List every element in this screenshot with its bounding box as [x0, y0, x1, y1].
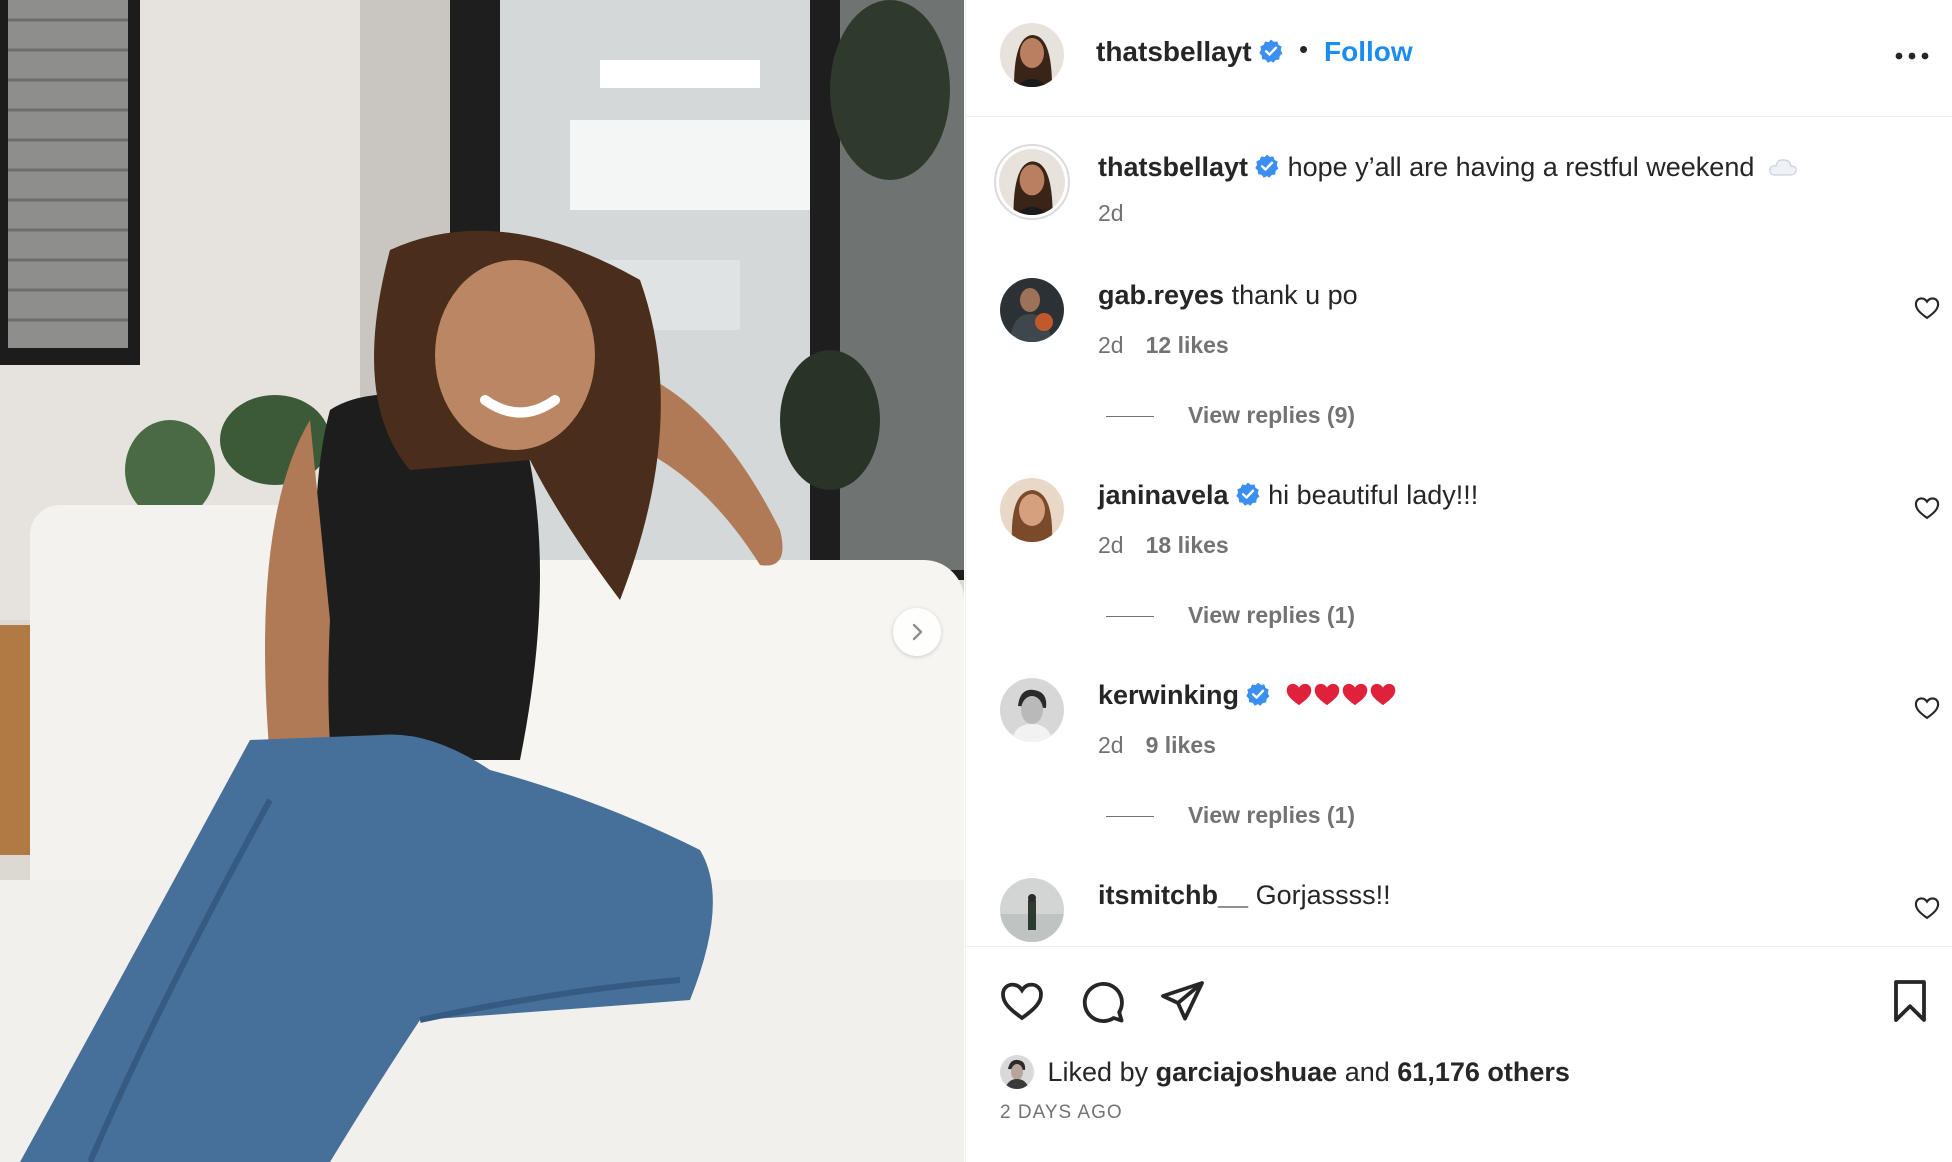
- chevron-right-icon: [912, 623, 923, 641]
- commenter-avatar[interactable]: [1000, 678, 1064, 742]
- comment-text-line: gab.reyes thank u po: [1098, 280, 1358, 311]
- replies-divider: [1106, 416, 1154, 418]
- liker-avatar[interactable]: [1000, 1055, 1034, 1089]
- caption-avatar[interactable]: [994, 144, 1070, 220]
- comment-text-line: itsmitchb__ Gorjassss!!: [1098, 880, 1391, 911]
- heart-outline-icon[interactable]: [1913, 294, 1941, 322]
- comment-meta: 2d 18 likes: [1098, 532, 1229, 559]
- comment-likes[interactable]: 12 likes: [1146, 332, 1229, 358]
- author-avatar[interactable]: [1000, 23, 1064, 87]
- comment-username[interactable]: janinavela: [1098, 480, 1229, 510]
- liked-by-prefix: Liked by: [1047, 1057, 1149, 1087]
- header-separator: •: [1299, 34, 1309, 64]
- red-heart-emoji-icon: [1342, 683, 1367, 706]
- view-replies-label[interactable]: View replies (9): [1188, 402, 1355, 428]
- comment-likes[interactable]: 18 likes: [1146, 532, 1229, 558]
- bookmark-icon[interactable]: [1886, 977, 1934, 1025]
- liker-avatar-image: [1000, 1055, 1034, 1089]
- commenter-avatar[interactable]: [1000, 278, 1064, 342]
- replies-divider: [1106, 816, 1154, 818]
- comment-text-line: kerwinking: [1098, 680, 1397, 711]
- liked-by-others[interactable]: 61,176 others: [1397, 1057, 1570, 1087]
- author-username[interactable]: thatsbellayt: [1096, 36, 1284, 68]
- heart-outline-icon[interactable]: [1913, 494, 1941, 522]
- caption-time: 2d: [1098, 200, 1124, 226]
- caption-avatar-image: [999, 149, 1065, 215]
- red-heart-emoji-icon: [1286, 683, 1311, 706]
- comment-likes[interactable]: 9 likes: [1146, 732, 1216, 758]
- likes-summary: Liked by garciajoshuae and 61,176 others: [1000, 1055, 1570, 1089]
- next-photo-button[interactable]: [893, 608, 941, 656]
- heart-outline-icon[interactable]: [1913, 694, 1941, 722]
- commenter-avatar-image: [1000, 878, 1064, 942]
- red-heart-emoji-icon: [1314, 683, 1339, 706]
- follow-button[interactable]: Follow: [1324, 36, 1413, 68]
- more-options-icon: [1895, 52, 1929, 60]
- comments-list[interactable]: thatsbellayt hope y’all are having a res…: [966, 118, 1952, 946]
- comment-username[interactable]: itsmitchb__: [1098, 880, 1248, 910]
- heart-outline-icon[interactable]: [1913, 894, 1941, 922]
- heart-outline-icon[interactable]: [998, 977, 1046, 1025]
- post-timestamp[interactable]: 2 DAYS AGO: [1000, 1102, 1123, 1124]
- share-icon[interactable]: [1158, 977, 1206, 1025]
- post-actions: Liked by garciajoshuae and 61,176 others…: [966, 946, 1952, 1162]
- comment-time: 2d: [1098, 532, 1124, 558]
- verified-badge-icon: [1258, 39, 1282, 63]
- more-options-button[interactable]: [1892, 38, 1932, 74]
- replies-divider: [1106, 616, 1154, 618]
- view-replies-button[interactable]: View replies (9): [1106, 402, 1355, 429]
- liked-by-user[interactable]: garciajoshuae: [1156, 1057, 1338, 1087]
- commenter-avatar[interactable]: [1000, 478, 1064, 542]
- view-replies-button[interactable]: View replies (1): [1106, 602, 1355, 629]
- author-username-text[interactable]: thatsbellayt: [1096, 36, 1252, 67]
- verified-badge-icon: [1255, 154, 1279, 178]
- caption-text-line: thatsbellayt hope y’all are having a res…: [1098, 152, 1798, 183]
- commenter-avatar-image: [1000, 478, 1064, 542]
- comment-username[interactable]: gab.reyes: [1098, 280, 1224, 310]
- comment-text: Gorjassss!!: [1255, 880, 1391, 910]
- commenter-avatar-image: [1000, 678, 1064, 742]
- comment-username[interactable]: kerwinking: [1098, 680, 1239, 710]
- post-header: thatsbellayt • Follow: [966, 0, 1952, 117]
- commenter-avatar-image: [1000, 278, 1064, 342]
- caption-username[interactable]: thatsbellayt: [1098, 152, 1248, 182]
- post-image: [0, 0, 964, 1162]
- comment-icon[interactable]: [1078, 977, 1126, 1025]
- comment-text: hi beautiful lady!!!: [1268, 480, 1479, 510]
- liked-by-connector: and: [1344, 1057, 1390, 1087]
- post-photo[interactable]: [0, 0, 964, 1162]
- verified-badge-icon: [1246, 682, 1270, 706]
- commenter-avatar[interactable]: [1000, 878, 1064, 942]
- post-side-panel: thatsbellayt • Follow thatsbellayt hope …: [965, 0, 1952, 1162]
- view-replies-label[interactable]: View replies (1): [1188, 602, 1355, 628]
- comment-emoji-text: [1285, 680, 1397, 710]
- comment-text: thank u po: [1231, 280, 1358, 310]
- verified-badge-icon: [1235, 482, 1259, 506]
- comment-time: 2d: [1098, 732, 1124, 758]
- view-replies-button[interactable]: View replies (1): [1106, 802, 1355, 829]
- comment-meta: 2d 12 likes: [1098, 332, 1229, 359]
- comment-meta: 2d 9 likes: [1098, 732, 1216, 759]
- author-avatar-image: [1000, 23, 1064, 87]
- cloud-emoji-icon: [1769, 159, 1797, 176]
- comment-time: 2d: [1098, 332, 1124, 358]
- caption-text: hope y’all are having a restful weekend: [1287, 152, 1755, 182]
- red-heart-emoji-icon: [1370, 683, 1395, 706]
- comment-text-line: janinavela hi beautiful lady!!!: [1098, 480, 1478, 511]
- view-replies-label[interactable]: View replies (1): [1188, 802, 1355, 828]
